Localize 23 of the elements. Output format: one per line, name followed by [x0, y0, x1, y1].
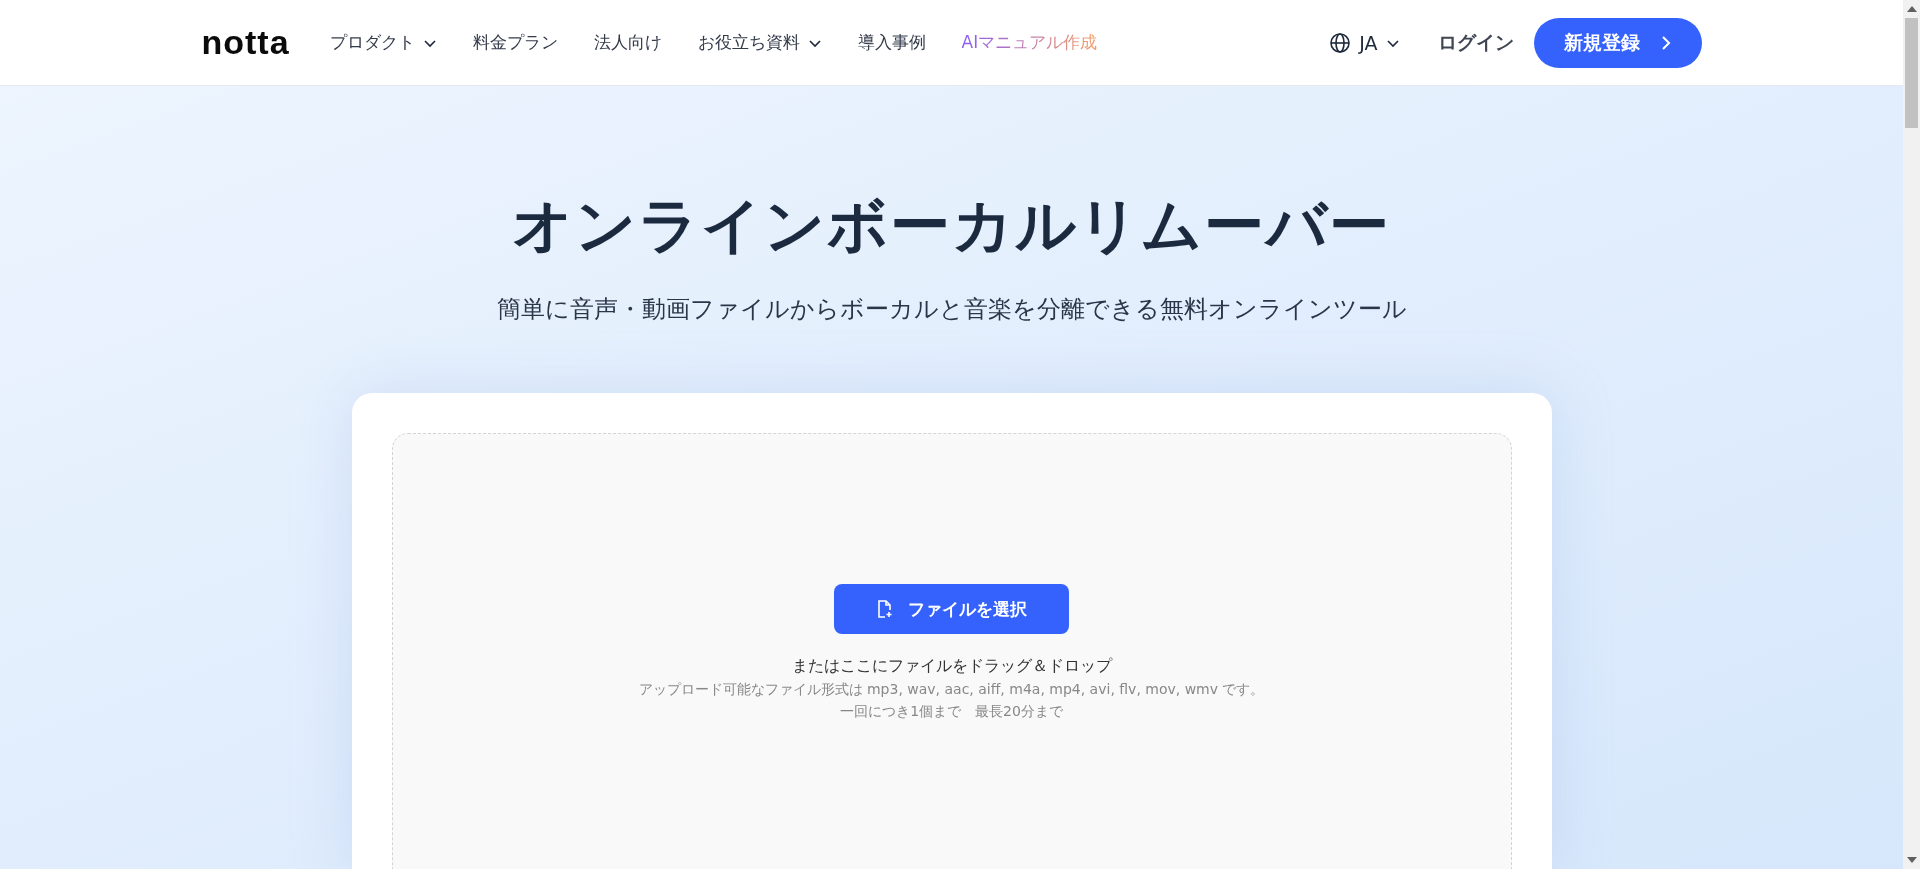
drop-hint: またはここにファイルをドラッグ＆ドロップ [791, 656, 1112, 677]
globe-icon [1329, 31, 1352, 54]
chevron-right-icon [1659, 33, 1672, 52]
scrollbar-thumb[interactable] [1905, 18, 1918, 128]
logo[interactable]: notta [201, 23, 290, 62]
nav-link[interactable]: お役立ち資料 [697, 31, 822, 54]
nav-link[interactable]: プロダクト [329, 31, 437, 54]
format-note: アップロード可能なファイル形式は mp3, wav, aac, aiff, m4a, mp4, avi, flv, mov, wmv です。 [638, 681, 1265, 699]
nav-link[interactable]: AIマニュアル作成 [961, 31, 1098, 54]
scroll-up-icon[interactable] [1906, 6, 1917, 12]
choose-file-button[interactable]: ファイルを選択 [834, 584, 1069, 634]
page-title: オンラインボーカルリムーバー [512, 189, 1391, 262]
signup-button[interactable]: 新規登録 [1533, 17, 1702, 68]
file-add-icon [876, 599, 894, 619]
page-subtitle: 簡単に音声・動画ファイルからボーカルと音楽を分離できる無料オンラインツール [496, 294, 1407, 325]
login-link[interactable]: ログイン [1437, 29, 1514, 56]
nav-link[interactable]: 料金プラン [472, 31, 558, 54]
drop-zone[interactable]: ファイルを選択 またはここにファイルをドラッグ＆ドロップ アップロード可能なファイル形式は mp3, wav, aac, aiff, m4a, mp4, avi, flv, mov, wmv です。 一回につき1個まで 最長20分まで [391, 433, 1512, 869]
scroll-down-icon[interactable] [1906, 857, 1917, 863]
nav-link[interactable]: 導入事例 [857, 31, 926, 54]
nav-link[interactable]: 法人向け [593, 31, 662, 54]
language-selector[interactable]: JA [1323, 30, 1406, 55]
limit-note: 一回につき1個まで 最長20分まで [840, 703, 1063, 721]
